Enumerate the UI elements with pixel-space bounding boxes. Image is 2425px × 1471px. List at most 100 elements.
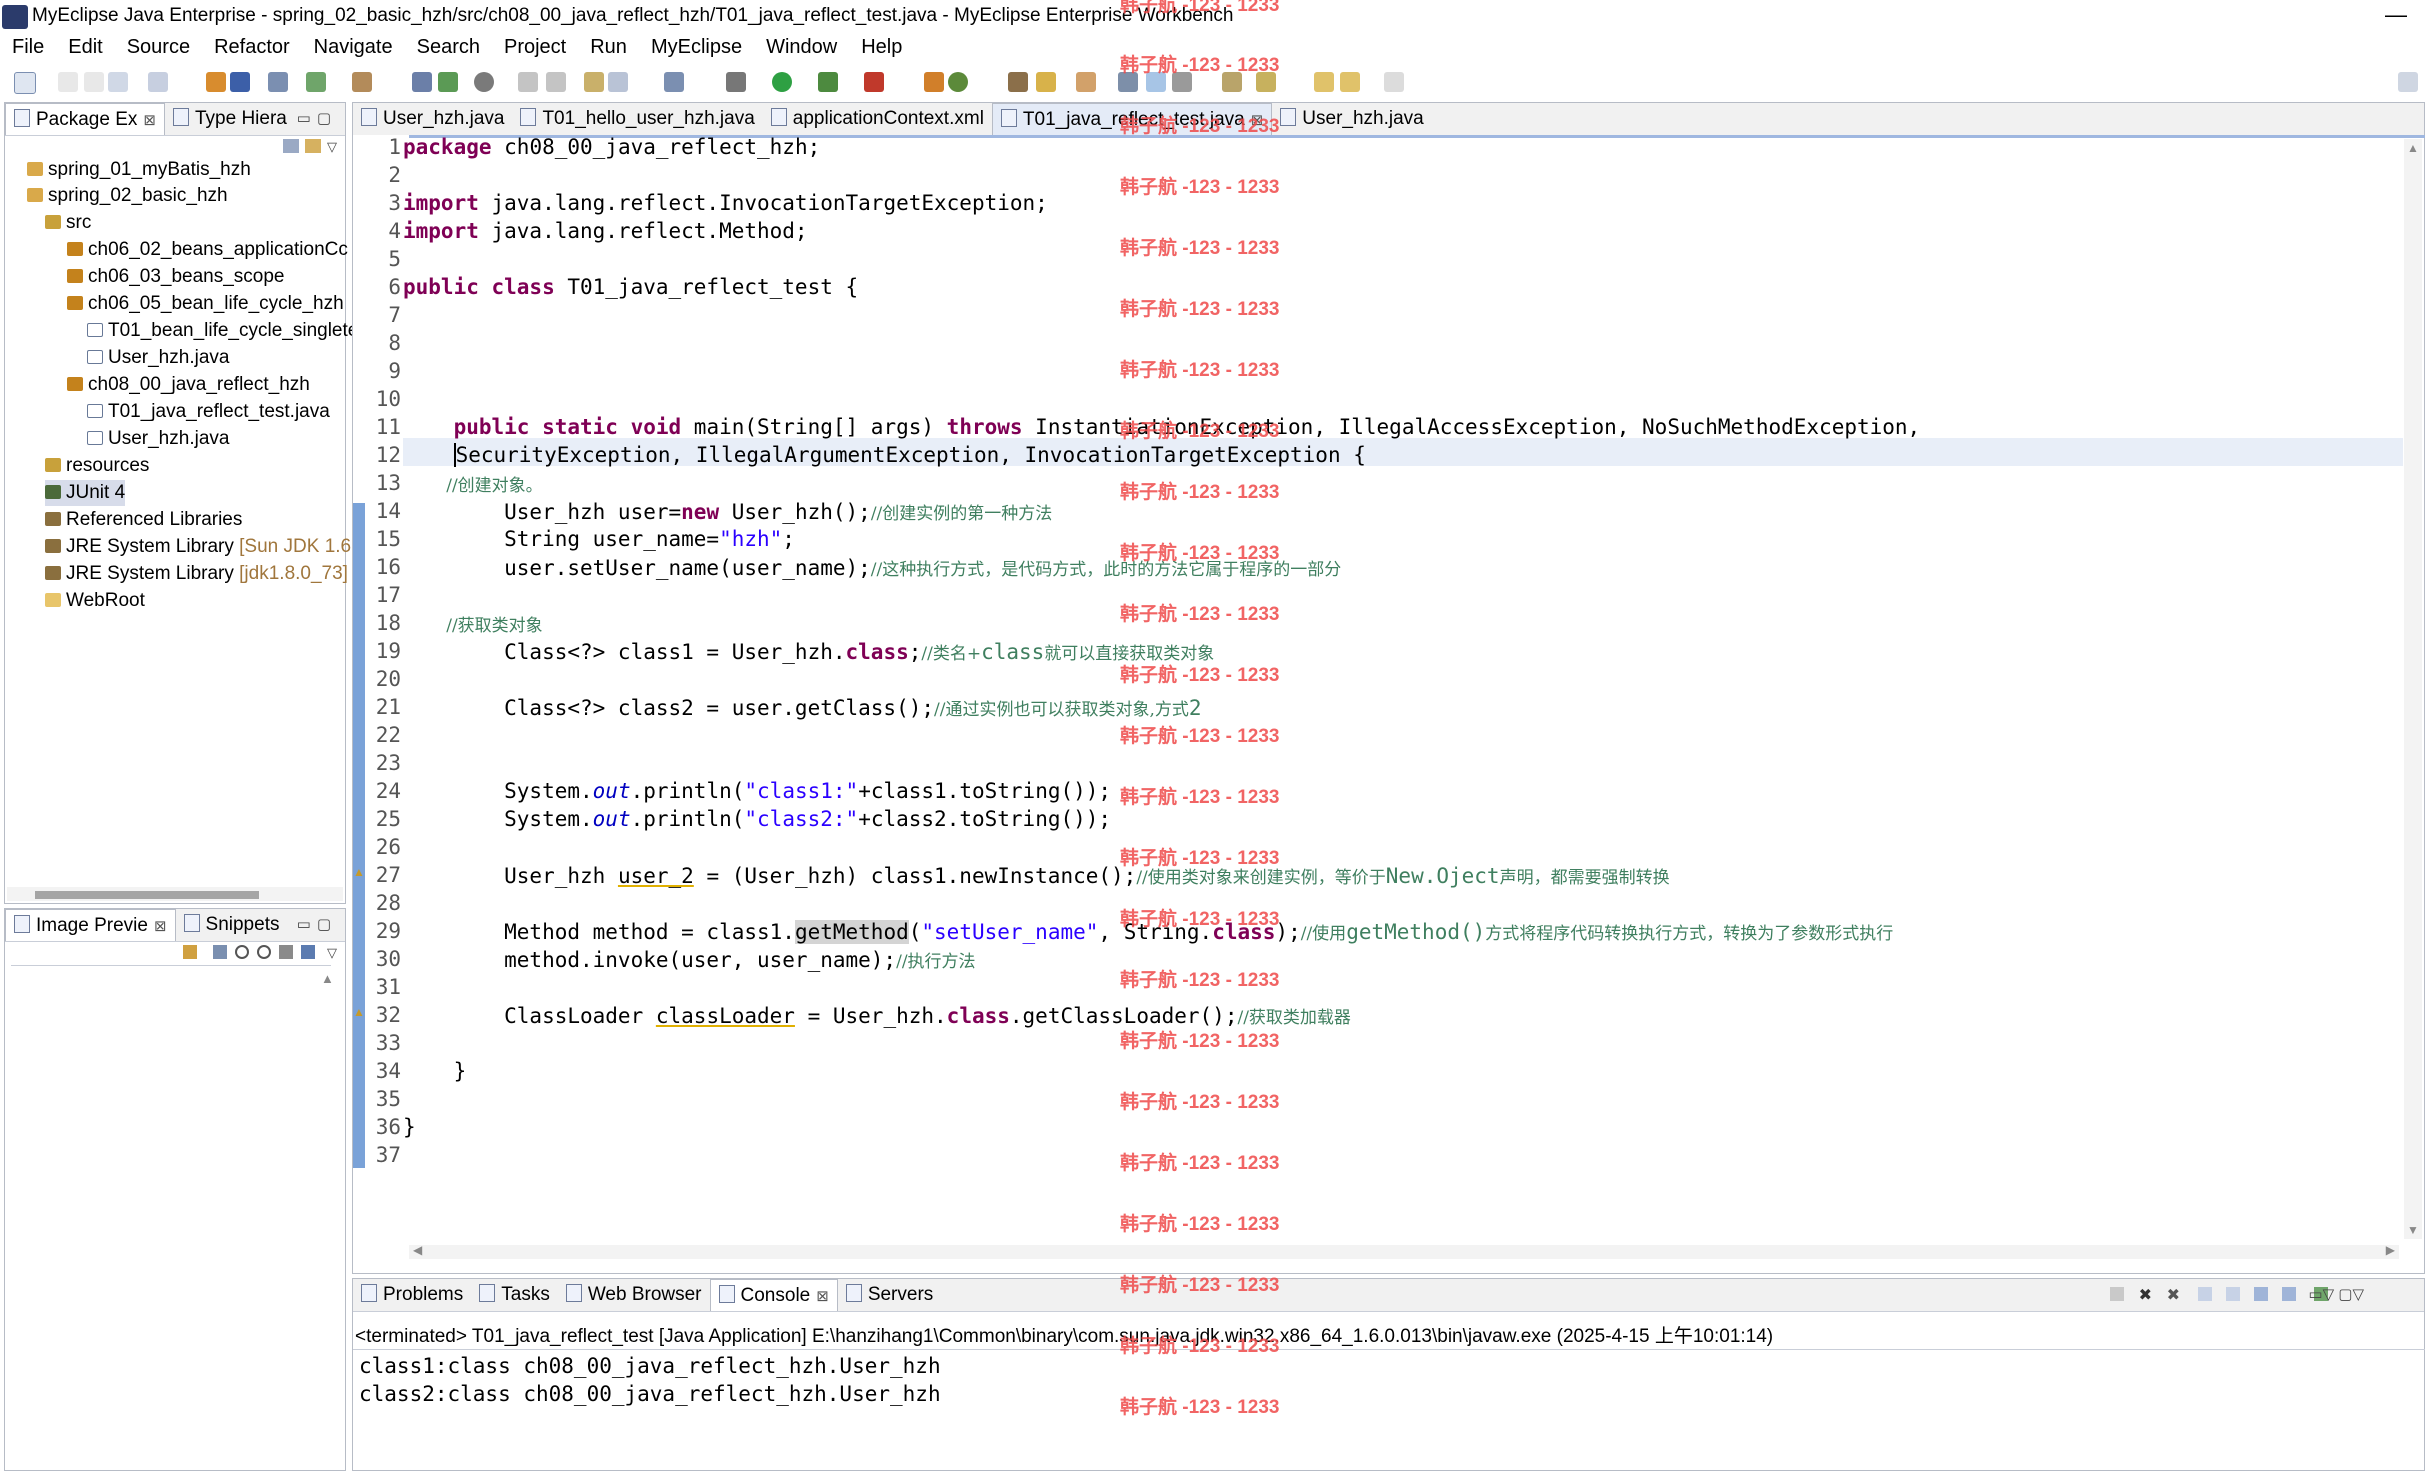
last-edit-icon[interactable] [1384,72,1404,92]
menu-window[interactable]: Window [754,34,849,59]
view-minmax-controls[interactable]: ▭▢ [297,915,337,933]
scroll-up-icon[interactable]: ▲ [2407,141,2419,155]
copy-icon[interactable] [546,72,566,92]
load-image-icon[interactable] [183,945,197,959]
tree-item-referenced-libraries[interactable]: Referenced Libraries [45,507,242,533]
tab-application-context-xml[interactable]: applicationContext.xml [763,103,992,135]
tree-item-java-file[interactable]: User_hzh.java [87,345,229,371]
tree-item-java-file[interactable]: User_hzh.java [87,426,229,452]
menu-myeclipse[interactable]: MyEclipse [639,34,754,59]
browser-icon[interactable] [352,72,372,92]
open-file-icon[interactable] [608,72,628,92]
tree-item-junit[interactable]: JUnit 4 [45,480,126,506]
server-icon[interactable] [268,72,288,92]
scroll-up-icon[interactable]: ▲ [321,971,334,986]
new-icon[interactable] [14,72,36,94]
db-icon[interactable] [412,72,432,92]
menu-refactor[interactable]: Refactor [202,34,302,59]
view-menu-icon[interactable]: ▽ [327,945,337,961]
save-icon[interactable] [58,72,78,92]
tab-problems[interactable]: Problems [353,1279,471,1311]
close-icon[interactable]: ⊠ [143,112,156,129]
open-task-icon[interactable] [1008,72,1028,92]
close-icon[interactable]: ⊠ [816,1288,829,1305]
menu-source[interactable]: Source [115,34,202,59]
remove-all-icon[interactable]: ✖ [2167,1285,2180,1305]
open-type-icon[interactable] [148,72,168,92]
rotate-icon[interactable] [301,945,315,959]
open-folder-icon[interactable] [584,72,604,92]
tab-type-hierarchy[interactable]: Type Hiera [165,103,295,135]
menu-run[interactable]: Run [578,34,639,59]
view-minmax-controls[interactable]: ▭▢ [297,109,337,127]
tree-item-java-file[interactable]: T01_bean_life_cycle_singlete [87,318,358,344]
run-history-icon[interactable] [818,72,838,92]
tree-item-package[interactable]: ch06_03_beans_scope [67,264,285,290]
tree-item-project[interactable]: spring_02_basic_hzh [27,183,228,209]
vertical-scrollbar[interactable]: ▲ ▼ [2404,139,2422,1239]
package-icon[interactable] [206,72,226,92]
clear-console-icon[interactable] [2198,1287,2212,1301]
sync-icon[interactable] [438,72,458,92]
terminate-icon[interactable] [2110,1287,2124,1301]
new-class-icon[interactable] [924,72,944,92]
close-icon[interactable]: ⊠ [154,918,167,935]
horizontal-scrollbar[interactable]: ◀ ▶ [409,1243,2399,1259]
menu-navigate[interactable]: Navigate [302,34,405,59]
save-all-icon[interactable] [84,72,104,92]
tree-item-package[interactable]: ch06_02_beans_applicationCc [67,237,348,263]
tab-servers[interactable]: Servers [838,1279,941,1311]
tree-item-java-file[interactable]: T01_java_reflect_test.java [87,399,330,425]
tree-item-resources[interactable]: resources [45,453,149,479]
scroll-left-icon[interactable]: ◀ [413,1243,422,1257]
tab-snippets[interactable]: Snippets [176,909,288,941]
scroll-lock-icon[interactable] [2226,1287,2240,1301]
tab-user-hzh-java[interactable]: User_hzh.java [353,103,512,135]
tab-t01-hello-user-hzh-java[interactable]: T01_hello_user_hzh.java [512,103,762,135]
menu-edit[interactable]: Edit [56,34,114,59]
debug-icon[interactable] [726,72,746,92]
refresh-icon[interactable] [948,72,968,92]
zoom-out-icon[interactable] [235,945,249,959]
edit-icon[interactable] [1036,72,1056,92]
globe-icon[interactable] [474,72,494,92]
tab-web-browser[interactable]: Web Browser [558,1279,710,1311]
scroll-down-icon[interactable]: ▼ [2407,1223,2419,1237]
display-console-icon[interactable] [2282,1287,2296,1301]
menu-search[interactable]: Search [405,34,492,59]
scrollbar-thumb[interactable] [35,891,259,899]
tab-console[interactable]: Console ⊠ [709,1279,838,1311]
external-tools-icon[interactable] [864,72,884,92]
zoom-in-icon[interactable] [257,945,271,959]
tree-item-package[interactable]: ch08_00_java_reflect_hzh [67,372,310,398]
view-minmax-controls[interactable]: ▭▽ ▢▽ [2308,1285,2364,1303]
tab-user-hzh-java-2[interactable]: User_hzh.java [1272,103,1431,135]
tab-image-preview[interactable]: Image Previe ⊠ [5,909,176,941]
actual-size-icon[interactable] [279,945,293,959]
minimize-button[interactable]: — [2385,2,2407,28]
collapse-all-icon[interactable] [283,139,299,153]
deploy-icon[interactable] [230,72,250,92]
tree-item-package[interactable]: ch06_05_bean_life_cycle_hzh [67,291,344,317]
pin-console-icon[interactable] [2254,1287,2268,1301]
tree-item-src[interactable]: src [45,210,91,236]
terminal-icon[interactable] [664,72,684,92]
view-menu-icon[interactable]: ▽ [327,139,337,155]
remove-launch-icon[interactable]: ✖ [2139,1285,2152,1305]
horizontal-scrollbar[interactable] [7,887,343,901]
cut-icon[interactable] [518,72,538,92]
run-icon[interactable] [772,72,792,92]
tree-item-project[interactable]: spring_01_myBatis_hzh [27,157,251,183]
perspective-icon[interactable] [2398,72,2418,92]
warning-marker-icon[interactable]: ▲ [353,865,365,879]
tab-package-explorer[interactable]: Package Ex ⊠ [5,103,165,135]
link-editor-icon[interactable] [305,139,321,153]
scroll-right-icon[interactable]: ▶ [2386,1243,2395,1257]
menu-file[interactable]: File [0,34,56,59]
menu-help[interactable]: Help [849,34,914,59]
bookmark-icon[interactable] [1076,72,1096,92]
menu-project[interactable]: Project [492,34,578,59]
tree-item-jre-library[interactable]: JRE System Library [jdk1.8.0_73] [45,561,348,587]
tree-item-jre-library[interactable]: JRE System Library [Sun JDK 1.6. [45,534,356,560]
warning-marker-icon[interactable]: ▲ [353,1005,365,1019]
